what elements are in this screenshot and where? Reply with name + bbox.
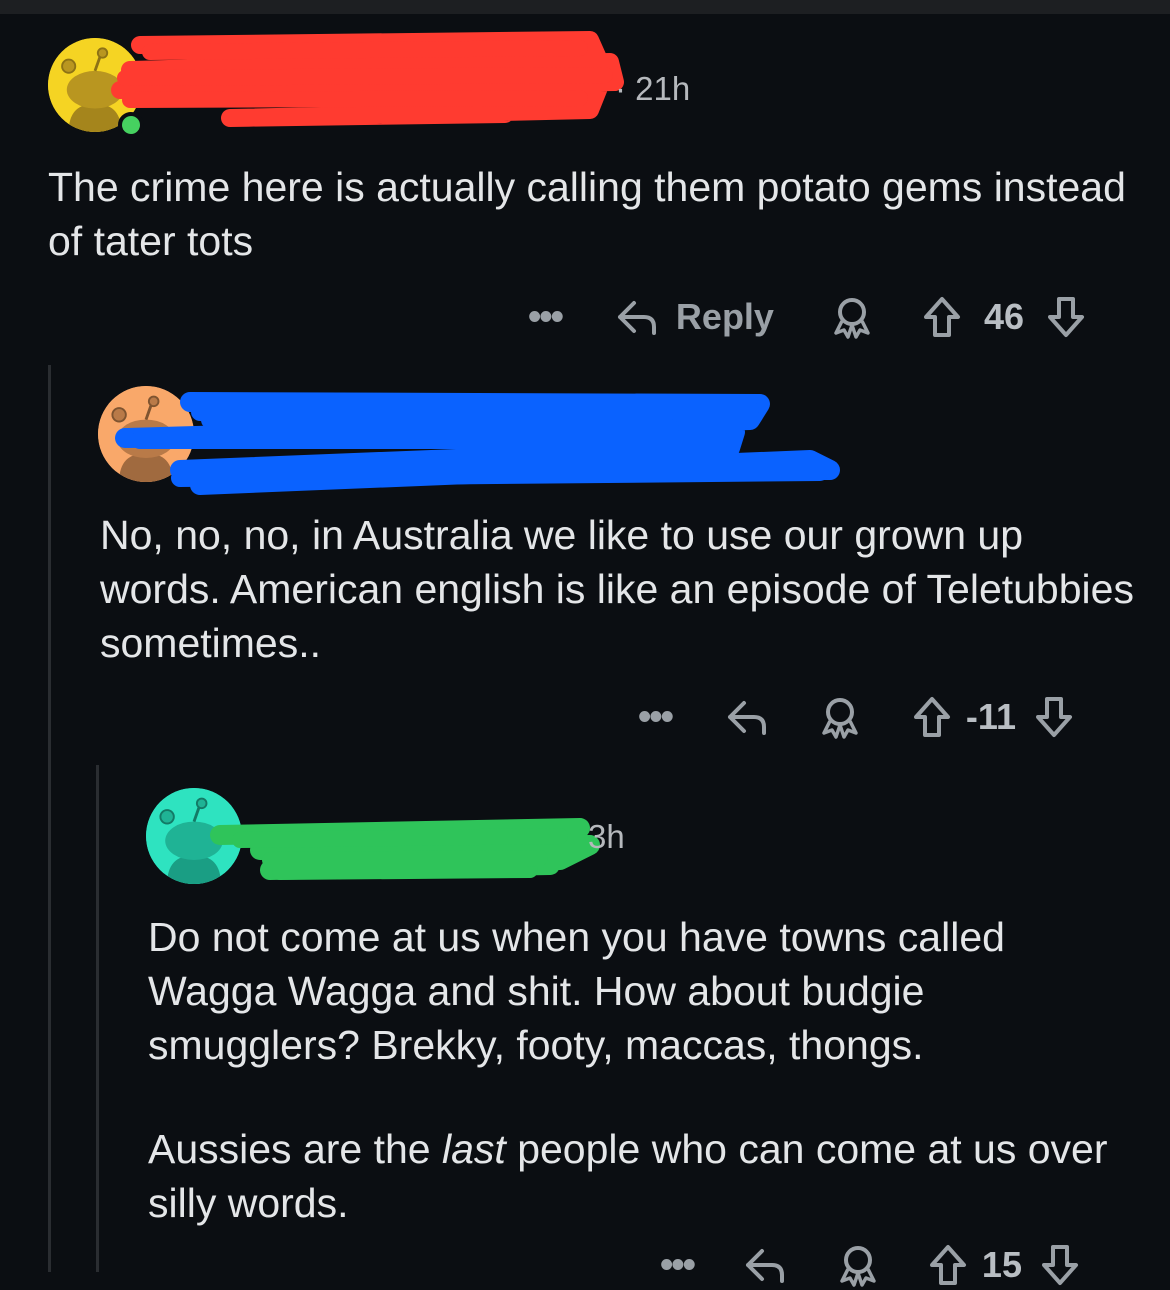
downvote-arrow-icon	[1041, 1245, 1078, 1285]
award-button[interactable]	[818, 695, 862, 739]
username-redaction	[115, 392, 840, 495]
thread-line-level-2[interactable]	[96, 765, 99, 1272]
username-redaction	[210, 818, 600, 880]
reply-arrow-icon	[745, 1249, 784, 1283]
award-icon	[840, 1246, 876, 1287]
text-segment: Aussies are the	[148, 1126, 442, 1172]
comment-text-paragraph-1: Do not come at us when you have towns ca…	[148, 914, 1005, 1068]
award-icon	[822, 698, 858, 739]
emphasis-text: last	[442, 1126, 506, 1172]
comment-actions: ••• 15	[660, 1240, 1080, 1290]
downvote-button[interactable]	[1046, 295, 1086, 339]
reply-arrow-icon	[727, 701, 766, 735]
comment-actions: ••• -11	[638, 692, 1074, 742]
comment-actions: ••• Reply 46	[528, 292, 1086, 342]
downvote-arrow-icon	[1048, 297, 1085, 337]
comment-body: Do not come at us when you have towns ca…	[148, 910, 1138, 1230]
upvote-button[interactable]	[922, 295, 962, 339]
reply-button[interactable]: Reply	[614, 296, 774, 338]
comment-text: No, no, no, in Australia we like to use …	[100, 512, 1134, 666]
comment-text-paragraph-2: Aussies are the last people who can come…	[148, 1122, 1138, 1230]
downvote-button[interactable]	[1034, 695, 1074, 739]
reply-button[interactable]	[742, 1245, 786, 1285]
thread-line-level-1[interactable]	[48, 365, 51, 1272]
username-redaction	[111, 31, 624, 127]
award-button[interactable]	[830, 295, 874, 339]
comment-timestamp: 3h	[588, 818, 625, 855]
reply-arrow-icon	[617, 301, 656, 335]
award-button[interactable]	[836, 1243, 880, 1287]
upvote-arrow-icon	[923, 297, 960, 337]
upvote-button[interactable]	[928, 1243, 968, 1287]
comment-body: No, no, no, in Australia we like to use …	[100, 508, 1140, 670]
downvote-arrow-icon	[1035, 697, 1072, 737]
top-bar	[0, 0, 1170, 14]
vote-count: 15	[981, 1244, 1022, 1285]
downvote-button[interactable]	[1040, 1243, 1080, 1287]
comment-timestamp: · 21h	[615, 70, 691, 107]
upvote-button[interactable]	[912, 695, 952, 739]
reply-label: Reply	[675, 296, 774, 337]
vote-count: 46	[983, 296, 1025, 337]
vote-count: -11	[965, 696, 1016, 737]
comment-text: The crime here is actually calling them …	[48, 164, 1126, 264]
reply-button[interactable]	[724, 697, 768, 737]
upvote-arrow-icon	[929, 1245, 966, 1285]
more-options-icon[interactable]: •••	[528, 296, 564, 339]
more-options-icon[interactable]: •••	[660, 1244, 696, 1287]
upvote-arrow-icon	[913, 697, 950, 737]
award-icon	[834, 298, 870, 339]
more-options-icon[interactable]: •••	[638, 696, 674, 739]
comment-body: The crime here is actually calling them …	[48, 160, 1128, 268]
